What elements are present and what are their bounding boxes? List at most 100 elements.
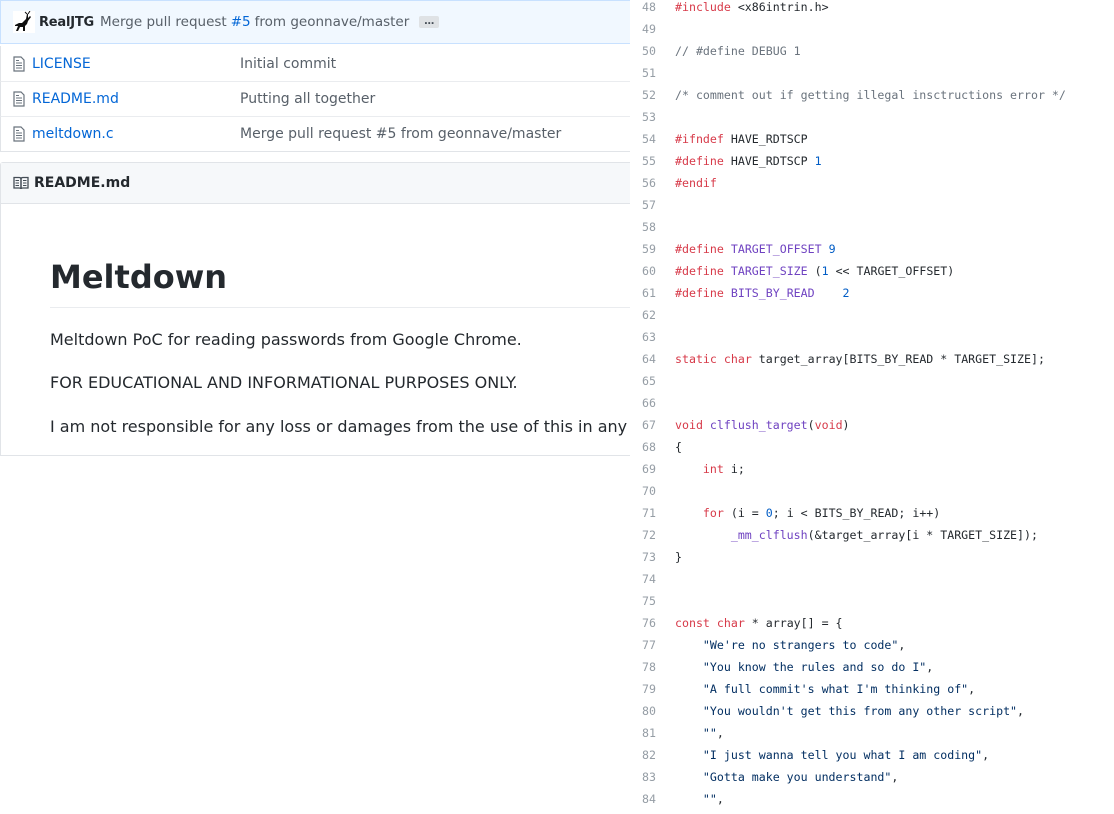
code-text: #define TARGET_SIZE (1 << TARGET_OFFSET) xyxy=(675,264,955,278)
line-number[interactable]: 84 xyxy=(636,788,656,810)
line-number[interactable]: 56 xyxy=(636,172,656,194)
code-text: "You wouldn't get this from any other sc… xyxy=(702,704,1025,718)
code-line: 79 "A full commit's what I'm thinking of… xyxy=(630,678,1114,700)
code-text: void clflush_target(void) xyxy=(675,418,850,432)
code-text: int i; xyxy=(702,462,745,476)
code-line: 72 _mm_clflush(&target_array[i * TARGET_… xyxy=(630,524,1114,546)
line-number[interactable]: 70 xyxy=(636,480,656,502)
line-number[interactable]: 59 xyxy=(636,238,656,260)
code-text: "", xyxy=(702,726,724,740)
readme-paragraph: Meltdown PoC for reading passwords from … xyxy=(50,330,522,349)
code-line: 69 int i; xyxy=(630,458,1114,480)
code-text: _mm_clflush(&target_array[i * TARGET_SIZ… xyxy=(730,528,1038,542)
code-line: 82 "I just wanna tell you what I am codi… xyxy=(630,744,1114,766)
file-row: LICENSE Initial commit xyxy=(0,46,640,81)
readme-header: README.md xyxy=(1,163,640,204)
readme-title: Meltdown xyxy=(50,258,228,296)
line-number[interactable]: 80 xyxy=(636,700,656,722)
code-line: 64 static char target_array[BITS_BY_READ … xyxy=(630,348,1114,370)
readme-filename: README.md xyxy=(34,175,131,191)
line-number[interactable]: 50 xyxy=(636,40,656,62)
code-line: 65 xyxy=(630,370,1114,392)
readme-paragraph: I am not responsible for any loss or dam… xyxy=(50,417,640,436)
avatar[interactable] xyxy=(13,11,35,33)
line-number[interactable]: 58 xyxy=(636,216,656,238)
code-line: 50 // #define DEBUG 1 xyxy=(630,40,1114,62)
code-text: /* comment out if getting illegal insctr… xyxy=(675,88,1066,102)
commit-author-link[interactable]: RealJTG xyxy=(39,15,94,30)
code-line: 49 xyxy=(630,18,1114,40)
code-line: 58 xyxy=(630,216,1114,238)
code-text: #define TARGET_OFFSET 9 xyxy=(675,242,836,256)
code-text: for (i = 0; i < BITS_BY_READ; i++) xyxy=(702,506,941,520)
line-number[interactable]: 62 xyxy=(636,304,656,326)
file-row: meltdown.c Merge pull request #5 from ge… xyxy=(0,116,640,151)
code-line: 76 const char * array[] = { xyxy=(630,612,1114,634)
line-number[interactable]: 55 xyxy=(636,150,656,172)
code-line: 77 "We're no strangers to code", xyxy=(630,634,1114,656)
line-number[interactable]: 78 xyxy=(636,656,656,678)
line-number[interactable]: 64 xyxy=(636,348,656,370)
readme-paragraph: FOR EDUCATIONAL AND INFORMATIONAL PURPOS… xyxy=(50,373,518,392)
code-text: "We're no strangers to code", xyxy=(702,638,906,652)
line-number[interactable]: 66 xyxy=(636,392,656,414)
code-text: "A full commit's what I'm thinking of", xyxy=(702,682,976,696)
expand-commit-button[interactable]: … xyxy=(419,16,440,28)
line-number[interactable]: 65 xyxy=(636,370,656,392)
line-number[interactable]: 73 xyxy=(636,546,656,568)
line-number[interactable]: 57 xyxy=(636,194,656,216)
file-name-link[interactable]: LICENSE xyxy=(32,56,240,72)
file-commit-message[interactable]: Putting all together xyxy=(240,91,375,107)
file-name-link[interactable]: meltdown.c xyxy=(32,126,240,142)
line-number[interactable]: 54 xyxy=(636,128,656,150)
line-number[interactable]: 72 xyxy=(636,524,656,546)
commit-message-suffix[interactable]: from geonnave/master xyxy=(255,14,410,30)
code-line: 67 void clflush_target(void) xyxy=(630,414,1114,436)
code-line: 68 { xyxy=(630,436,1114,458)
code-text: #endif xyxy=(675,176,717,190)
code-line: 60 #define TARGET_SIZE (1 << TARGET_OFFSE… xyxy=(630,260,1114,282)
code-line: 52 /* comment out if getting illegal insc… xyxy=(630,84,1114,106)
repo-panel: RealJTG Merge pull request #5 from geonn… xyxy=(0,0,640,456)
line-number[interactable]: 63 xyxy=(636,326,656,348)
readme-box: README.md Meltdown Meltdown PoC for read… xyxy=(0,162,640,456)
file-list: LICENSE Initial commit README.md Putting… xyxy=(0,46,640,151)
line-number[interactable]: 60 xyxy=(636,260,656,282)
line-number[interactable]: 52 xyxy=(636,84,656,106)
line-number[interactable]: 74 xyxy=(636,568,656,590)
line-number[interactable]: 68 xyxy=(636,436,656,458)
line-number[interactable]: 48 xyxy=(636,0,656,18)
file-commit-message[interactable]: Initial commit xyxy=(240,56,336,72)
code-text: "You know the rules and so do I", xyxy=(702,660,934,674)
file-name-link[interactable]: README.md xyxy=(32,91,240,107)
line-number[interactable]: 82 xyxy=(636,744,656,766)
line-number[interactable]: 51 xyxy=(636,62,656,84)
line-number[interactable]: 67 xyxy=(636,414,656,436)
line-number[interactable]: 75 xyxy=(636,590,656,612)
commit-message[interactable]: Merge pull request xyxy=(100,14,227,30)
file-commit-message[interactable]: Merge pull request #5 from geonnave/mast… xyxy=(240,126,561,142)
code-line: 57 xyxy=(630,194,1114,216)
code-line: 51 xyxy=(630,62,1114,84)
file-icon xyxy=(13,55,25,72)
book-icon xyxy=(13,176,29,190)
line-number[interactable]: 81 xyxy=(636,722,656,744)
line-number[interactable]: 49 xyxy=(636,18,656,40)
file-list-divider xyxy=(0,151,640,152)
line-number[interactable]: 53 xyxy=(636,106,656,128)
code-line: 83 "Gotta make you understand", xyxy=(630,766,1114,788)
pull-request-link[interactable]: #5 xyxy=(231,14,251,30)
line-number[interactable]: 61 xyxy=(636,282,656,304)
line-number[interactable]: 69 xyxy=(636,458,656,480)
code-line: 81 "", xyxy=(630,722,1114,744)
line-number[interactable]: 83 xyxy=(636,766,656,788)
line-number[interactable]: 79 xyxy=(636,678,656,700)
line-number[interactable]: 71 xyxy=(636,502,656,524)
file-row: README.md Putting all together xyxy=(0,81,640,116)
line-number[interactable]: 76 xyxy=(636,612,656,634)
code-text: #include <x86intrin.h> xyxy=(675,0,829,14)
line-number[interactable]: 77 xyxy=(636,634,656,656)
code-line: 70 xyxy=(630,480,1114,502)
code-text: const char * array[] = { xyxy=(675,616,843,630)
code-line: 59 #define TARGET_OFFSET 9 xyxy=(630,238,1114,260)
